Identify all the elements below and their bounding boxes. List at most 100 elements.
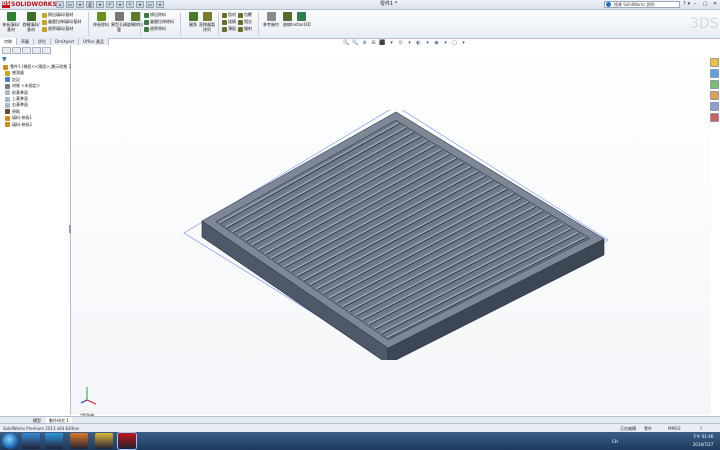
view-toolbar-button[interactable]: ◉	[433, 40, 440, 46]
tree-item[interactable]: 註記	[5, 77, 20, 83]
tree-item[interactable]: 原點	[5, 109, 20, 115]
ribbon-feature-icon	[144, 12, 149, 18]
tree-item[interactable]: 填料-伸長2	[5, 122, 32, 128]
ribbon-small-button[interactable]: 鏡射	[238, 26, 252, 32]
tab-command[interactable]: Office 產品	[79, 38, 109, 45]
quick-access-item[interactable]: ▭	[146, 1, 154, 8]
ribbon-small-button[interactable]: 包覆	[238, 12, 252, 18]
filter-icon[interactable]: ▼	[2, 57, 8, 63]
help-search-input[interactable]: 搜尋 SolidWorks 說明	[604, 1, 680, 8]
taskbar-explorer-icon[interactable]	[22, 433, 40, 449]
tab-command[interactable]: 評估	[34, 38, 51, 45]
view-toolbar-button[interactable]: ⊕	[361, 40, 368, 46]
view-toolbar-button[interactable]: ⊞	[370, 40, 377, 46]
language-indicator[interactable]: CH	[612, 439, 618, 444]
ribbon-small-button[interactable]: 掃出除料	[144, 12, 166, 18]
ribbon-small-button[interactable]: 拔模	[222, 19, 236, 25]
panel-tab-icon[interactable]	[32, 47, 41, 54]
close-button[interactable]: ✕	[710, 0, 720, 9]
task-pane-tab-icon[interactable]	[710, 113, 719, 122]
ribbon-small-button[interactable]: 薄殼	[222, 26, 236, 32]
view-toolbar-button[interactable]: ◐	[415, 40, 422, 46]
quick-access-item[interactable]: ↶	[106, 1, 114, 8]
quick-access-item[interactable]: ▭	[66, 1, 74, 8]
quick-access-item[interactable]: ⌂	[56, 1, 64, 8]
quick-access-item[interactable]: ⎙	[86, 1, 94, 8]
task-pane-tab-icon[interactable]	[710, 80, 719, 89]
task-pane-tab-icon[interactable]	[710, 102, 719, 111]
view-toolbar-button[interactable]: ▢	[451, 40, 458, 46]
ribbon-small-button[interactable]: 邊界填料/基材	[42, 26, 73, 32]
solidworks-logo[interactable]: DSSOLIDWORKS	[2, 0, 57, 9]
tree-item-icon	[5, 115, 10, 121]
view-toolbar-button[interactable]: ⊙	[397, 40, 404, 46]
quick-access-item[interactable]: ▾	[96, 1, 104, 8]
ribbon-button-label: 拔模	[228, 19, 236, 24]
ribbon-small-button[interactable]: 疊層拉伸除料	[144, 19, 174, 25]
quick-access-item[interactable]: ▾	[136, 1, 144, 8]
ribbon-small-button[interactable]: 掃出填料/基材	[42, 12, 73, 18]
tree-item[interactable]: 感測器	[5, 70, 24, 76]
quick-access-item[interactable]: ▾	[116, 1, 124, 8]
tab-command[interactable]: DimXpert	[51, 38, 80, 45]
tab-command[interactable]: 草圖	[17, 38, 34, 45]
quick-access-item[interactable]: ↖	[126, 1, 134, 8]
ribbon-button-label: 邊界填料/基材	[48, 26, 74, 31]
tab-command[interactable]: 特徵	[0, 38, 17, 45]
taskbar-ie-icon[interactable]	[45, 433, 63, 449]
maximize-button[interactable]: ▢	[700, 0, 710, 9]
tree-item-icon	[5, 102, 10, 108]
ribbon-feature-icon	[296, 12, 306, 21]
taskbar-folder-icon[interactable]	[95, 433, 113, 449]
quick-access-item[interactable]: ▾	[76, 1, 84, 8]
ribbon-small-button[interactable]: 邊界除料	[144, 26, 166, 32]
clock-date: 2014/7/27	[692, 442, 714, 447]
ribbon-button-label: 伸長填料/基材	[2, 22, 20, 32]
minimize-button[interactable]: –	[690, 0, 700, 9]
ribbon-small-button[interactable]: 疊層拉伸填料/基材	[42, 19, 81, 25]
tree-item-icon	[5, 122, 10, 128]
taskbar-media-icon[interactable]	[70, 433, 88, 449]
view-toolbar-button[interactable]: ⬛	[379, 40, 386, 46]
tree-item[interactable]: 前基準面	[5, 90, 28, 96]
view-toolbar-button[interactable]: ▾	[388, 40, 395, 46]
ribbon-feature-icon	[130, 12, 140, 21]
tree-item-label: 零件1 (預設<<預設>_顯示狀態 1>)	[10, 64, 77, 69]
ribbon-button[interactable]: Instant3D	[290, 12, 312, 27]
quick-access-item[interactable]: ▾	[156, 1, 164, 8]
ribbon-small-button[interactable]: 相交	[238, 19, 252, 25]
tree-item[interactable]: 填料-伸長1	[5, 115, 32, 121]
ribbon-button[interactable]: 旋轉除料	[126, 12, 144, 27]
view-toolbar-button[interactable]: ▾	[424, 40, 431, 46]
panel-tab-icon[interactable]	[22, 47, 31, 54]
ribbon-button[interactable]: 旋轉填料/基材	[22, 12, 40, 32]
view-toolbar-button[interactable]: 🔍	[352, 40, 359, 46]
ribbon-small-button[interactable]: 肋材	[222, 12, 236, 18]
start-button[interactable]	[2, 433, 18, 449]
ribbon-button[interactable]: 伸長除料	[92, 12, 110, 27]
part-3d-model[interactable]	[180, 110, 610, 360]
view-toolbar-button[interactable]: ▾	[460, 40, 467, 46]
panel-tab-icon[interactable]	[42, 47, 51, 54]
ribbon-button[interactable]: 直線複製排列	[198, 12, 216, 32]
task-pane-tab-icon[interactable]	[710, 91, 719, 100]
view-toolbar-button[interactable]: ▾	[442, 40, 449, 46]
ribbon-button-label: 邊界除料	[150, 26, 166, 31]
tree-item[interactable]: 材質 <未指定>	[5, 83, 40, 89]
ribbon-feature-icon	[222, 26, 227, 32]
ribbon-button[interactable]: 伸長填料/基材	[2, 12, 20, 32]
help-icon[interactable]: ?	[683, 1, 686, 8]
ribbon-button-label: 相交	[244, 19, 252, 24]
tree-item-icon	[5, 83, 10, 89]
task-pane-tab-icon[interactable]	[710, 58, 719, 67]
view-toolbar-button[interactable]: 🔍	[343, 40, 350, 46]
taskbar-solidworks-icon[interactable]	[118, 433, 136, 449]
tree-item-icon	[5, 96, 10, 102]
panel-tab-icon[interactable]	[12, 47, 21, 54]
panel-tab-icon[interactable]	[2, 47, 11, 54]
view-toolbar-button[interactable]: ▾	[406, 40, 413, 46]
tree-item[interactable]: 右基準面	[5, 102, 28, 108]
tree-item-icon	[5, 109, 10, 115]
clock[interactable]: 下午 01:46 2014/7/27	[686, 433, 720, 449]
task-pane-tab-icon[interactable]	[710, 69, 719, 78]
